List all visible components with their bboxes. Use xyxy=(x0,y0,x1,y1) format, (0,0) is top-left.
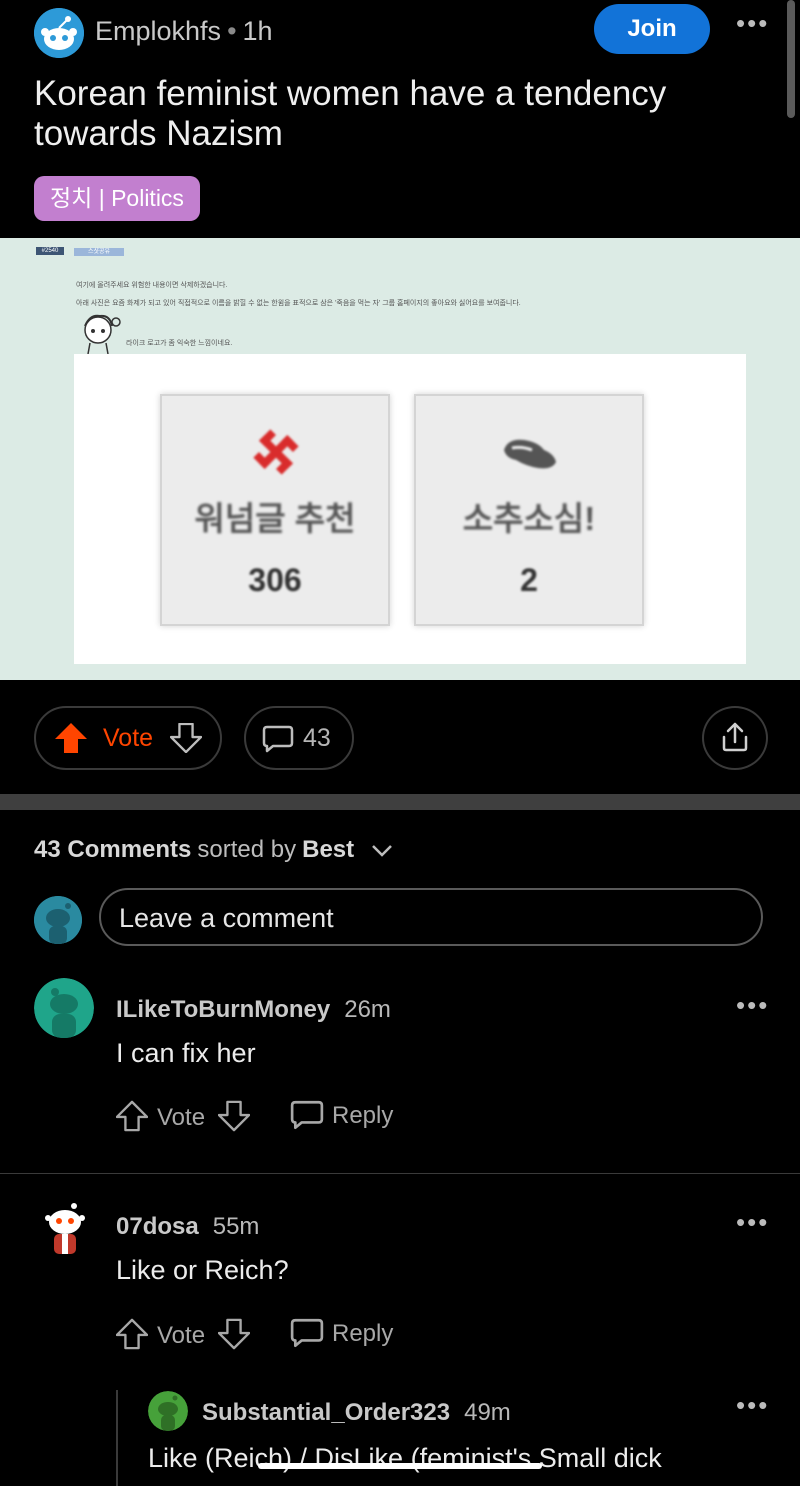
reply-icon[interactable] xyxy=(290,1318,324,1348)
avatar[interactable] xyxy=(34,978,94,1038)
comment-input[interactable]: Leave a comment xyxy=(99,888,763,946)
image-tag-label: 스샷공유 xyxy=(74,248,124,256)
chevron-down-icon[interactable] xyxy=(371,844,393,858)
sort-value[interactable]: Best xyxy=(302,836,354,863)
join-button[interactable]: Join xyxy=(594,4,710,54)
vote-label: Vote xyxy=(103,724,154,752)
sorted-by-label: sorted by xyxy=(197,836,297,863)
home-indicator[interactable] xyxy=(258,1463,542,1469)
upvote-icon[interactable] xyxy=(116,1100,148,1132)
downvote-icon[interactable] xyxy=(170,723,202,753)
reply-button[interactable]: Reply xyxy=(332,1102,393,1130)
downvote-icon[interactable] xyxy=(218,1318,250,1350)
upvote-filled-icon[interactable] xyxy=(54,722,88,754)
dislike-card: 소추소심! 2 xyxy=(414,394,644,626)
user-avatar-icon xyxy=(34,896,82,944)
comment-username[interactable]: ILikeToBurnMoney xyxy=(116,996,330,1023)
reaction-panel: 워넘글 추천 306 소추소심! 2 xyxy=(74,354,746,664)
like-card: 워넘글 추천 306 xyxy=(160,394,390,626)
meta-separator: • xyxy=(227,16,237,46)
comment-more-icon[interactable]: ••• xyxy=(736,1209,769,1236)
like-card-count: 306 xyxy=(248,562,302,598)
upvote-icon[interactable] xyxy=(116,1318,148,1350)
comment-username[interactable]: Substantial_Order323 xyxy=(202,1399,450,1426)
avatar[interactable] xyxy=(40,1200,90,1258)
comments-button[interactable]: 43 xyxy=(244,706,354,770)
post-flair[interactable]: 정치 | Politics xyxy=(34,176,200,221)
reply-icon[interactable] xyxy=(290,1100,324,1130)
comment-time: 55m xyxy=(212,1213,260,1240)
post-meta: Emplokhfs • 1h xyxy=(95,16,273,47)
vote-control: Vote xyxy=(34,706,222,770)
thread-line[interactable] xyxy=(116,1390,118,1486)
share-icon xyxy=(722,722,748,752)
comment-body: Like or Reich? xyxy=(116,1255,289,1285)
like-card-label: 워넘글 추천 xyxy=(194,500,356,537)
comment-more-icon[interactable]: ••• xyxy=(736,1392,769,1419)
user-avatar-icon xyxy=(45,1203,85,1254)
dislike-card-label: 소추소심! xyxy=(462,500,596,537)
image-tag-id: #2540 xyxy=(36,247,64,255)
comment-body: I can fix her xyxy=(116,1038,256,1068)
comment-separator xyxy=(0,1173,800,1174)
comment-author: Substantial_Order323 49m xyxy=(202,1399,511,1427)
comment-author: ILikeToBurnMoney 26m xyxy=(116,996,391,1024)
comment-body: Like (Reich) / DisLike (feminist's Small… xyxy=(148,1443,662,1473)
user-avatar-icon xyxy=(34,978,94,1038)
comment-time: 26m xyxy=(344,996,391,1023)
dislike-card-count: 2 xyxy=(520,562,538,598)
post-time: 1h xyxy=(242,16,273,46)
post-title[interactable]: Korean feminist women have a tendency to… xyxy=(34,74,754,154)
comment-username[interactable]: 07dosa xyxy=(116,1213,199,1240)
section-divider xyxy=(0,794,800,810)
comment-bubble-icon xyxy=(262,725,294,753)
post-image[interactable]: #2540 스샷공유 여기에 올려주세요 위험한 내용이면 삭제하겠습니다. 아… xyxy=(0,238,800,680)
vote-label: Vote xyxy=(157,1104,206,1131)
post-more-options-icon[interactable]: ••• xyxy=(736,10,769,36)
comment-count: 43 xyxy=(303,724,331,752)
comments-count-label: 43 Comments xyxy=(34,836,192,863)
avatar[interactable] xyxy=(148,1391,188,1431)
scrollbar[interactable] xyxy=(787,0,795,118)
subreddit-avatar[interactable] xyxy=(34,8,84,58)
image-text-line-3: 라이크 로고가 좀 익숙한 느낌이네요. xyxy=(126,340,233,347)
avatar[interactable] xyxy=(34,896,82,944)
subreddit-name[interactable]: Emplokhfs xyxy=(95,16,221,46)
image-text-line-2: 아래 사진은 요즘 화제가 되고 있어 직접적으로 이름을 밝힐 수 없는 한윔… xyxy=(76,300,521,307)
snoo-icon xyxy=(34,8,84,58)
swastika-icon xyxy=(253,429,299,475)
comment-time: 49m xyxy=(464,1399,511,1426)
comment-more-icon[interactable]: ••• xyxy=(736,992,769,1019)
user-avatar-icon xyxy=(148,1391,188,1431)
pinch-hand-icon xyxy=(504,439,556,469)
comment-author: 07dosa 55m xyxy=(116,1213,259,1241)
comments-header: 43 Comments sorted by Best xyxy=(34,836,393,864)
share-button[interactable] xyxy=(702,706,768,770)
image-text-line-1: 여기에 올려주세요 위험한 내용이면 삭제하겠습니다. xyxy=(76,282,228,289)
vote-label: Vote xyxy=(157,1322,206,1349)
downvote-icon[interactable] xyxy=(218,1100,250,1132)
reply-button[interactable]: Reply xyxy=(332,1320,393,1348)
mascot-icon xyxy=(84,314,121,355)
